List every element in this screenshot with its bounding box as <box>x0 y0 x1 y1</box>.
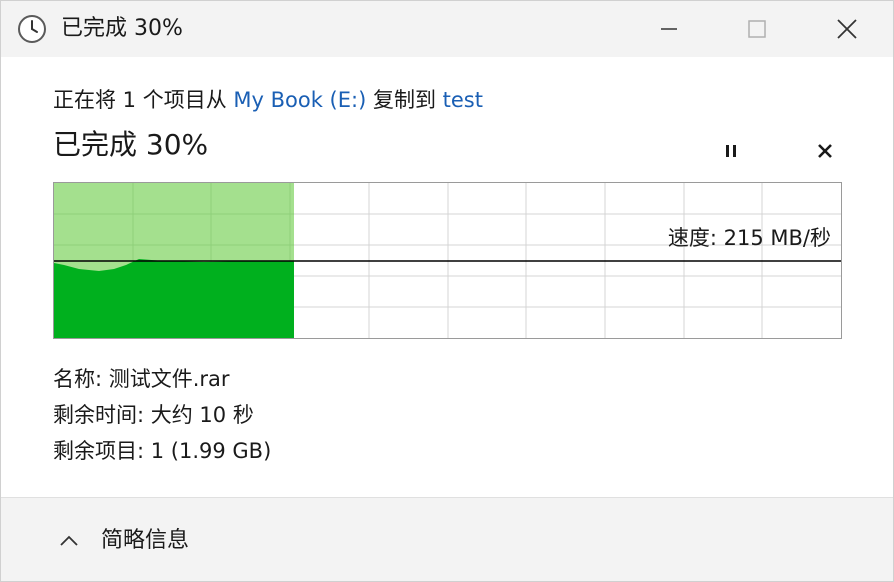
speed-readout: 速度: 215 MB/秒 <box>667 226 831 250</box>
pause-button[interactable] <box>713 133 749 169</box>
copy-description: 正在将 1 个项目从 My Book (E:) 复制到 test <box>53 83 483 117</box>
copy-prefix-text: 正在将 1 个项目从 <box>53 88 234 112</box>
file-name: 名称: 测试文件.rar <box>53 367 230 391</box>
dialog-content: 正在将 1 个项目从 My Book (E:) 复制到 test 已完成 30% <box>1 57 893 497</box>
close-window-button[interactable] <box>801 1 893 57</box>
minimize-icon <box>661 28 677 30</box>
speed-history-area <box>54 259 294 338</box>
clock-icon <box>17 14 47 44</box>
progress-title: 已完成 30% <box>53 128 209 161</box>
fewer-details-toggle[interactable]: 简略信息 <box>59 524 189 558</box>
items-remaining: 剩余项目: 1 (1.99 GB) <box>53 439 272 463</box>
chevron-up-icon <box>60 535 78 546</box>
maximize-button[interactable] <box>711 1 803 57</box>
minimize-button[interactable] <box>623 1 715 57</box>
cancel-icon <box>818 144 832 158</box>
destination-link[interactable]: test <box>443 88 483 112</box>
copy-progress-window: 已完成 30% 正在将 1 个项目从 My Book (E:) 复制到 test… <box>0 0 894 582</box>
transfer-speed-graph: 速度: 215 MB/秒 <box>53 182 842 339</box>
file-details: 名称: 测试文件.rar 剩余时间: 大约 10 秒 剩余项目: 1 (1.99… <box>53 361 271 469</box>
title-bar[interactable]: 已完成 30% <box>1 1 893 57</box>
dialog-footer: 简略信息 <box>1 497 893 581</box>
pause-icon <box>726 145 736 157</box>
fewer-details-label: 简略信息 <box>101 528 190 553</box>
window-title: 已完成 30% <box>61 16 183 41</box>
cancel-button[interactable] <box>807 133 843 169</box>
close-icon <box>837 19 857 39</box>
speed-graph-svg <box>54 183 841 338</box>
source-link[interactable]: My Book (E:) <box>233 88 366 112</box>
copy-middle-text: 复制到 <box>366 88 443 112</box>
time-remaining: 剩余时间: 大约 10 秒 <box>53 403 254 427</box>
maximize-icon <box>748 20 766 38</box>
